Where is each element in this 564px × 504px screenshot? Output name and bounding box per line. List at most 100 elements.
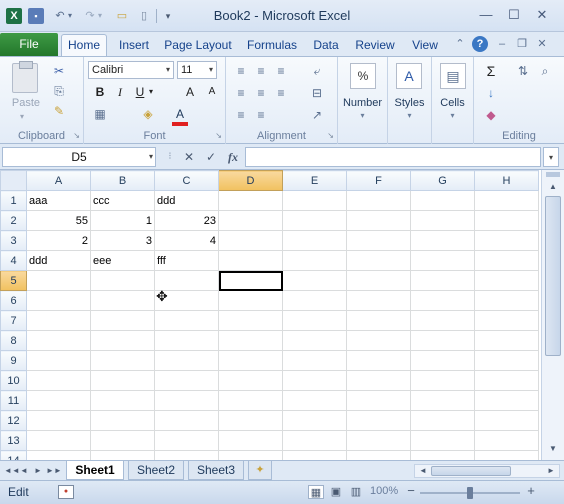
cell-B2[interactable]: 1 (90, 210, 155, 231)
insert-sheet-icon[interactable]: ✦ (248, 461, 272, 480)
tab-view[interactable]: View (405, 35, 445, 56)
paste-icon[interactable] (12, 61, 38, 93)
next-sheet-icon[interactable]: ► (32, 464, 44, 478)
cell-C11[interactable] (154, 390, 219, 411)
cell-D4[interactable] (218, 250, 283, 271)
copy-icon[interactable]: ⎘ (50, 83, 68, 99)
cell-G13[interactable] (410, 430, 475, 451)
cell-H10[interactable] (474, 370, 539, 391)
cell-G1[interactable] (410, 190, 475, 211)
cell-F13[interactable] (346, 430, 411, 451)
cell-C9[interactable] (154, 350, 219, 371)
cell-A9[interactable] (26, 350, 91, 371)
name-box[interactable]: D5 (2, 147, 156, 167)
font-launcher-icon[interactable]: ↘ (215, 131, 222, 140)
cell-H9[interactable] (474, 350, 539, 371)
horizontal-scroll-thumb[interactable] (431, 466, 511, 476)
cell-H1[interactable] (474, 190, 539, 211)
cell-G3[interactable] (410, 230, 475, 251)
cell-E6[interactable] (282, 290, 347, 311)
scroll-right-icon[interactable]: ► (545, 465, 557, 477)
cell-G5[interactable] (410, 270, 475, 291)
page-break-view-icon[interactable]: ▥ (348, 485, 364, 499)
cell-C3[interactable]: 4 (154, 230, 219, 251)
minimize-button[interactable]: — (474, 4, 498, 26)
cell-D12[interactable] (218, 410, 283, 431)
cell-E5[interactable] (282, 270, 347, 291)
cell-E9[interactable] (282, 350, 347, 371)
column-header[interactable]: H (474, 170, 539, 191)
column-header[interactable]: F (346, 170, 411, 191)
scroll-left-icon[interactable]: ◄ (417, 465, 429, 477)
font-color-icon[interactable]: A (170, 105, 190, 123)
workbook-restore-icon[interactable]: ❐ (514, 36, 530, 52)
decrease-indent-icon[interactable]: ≡ (232, 107, 250, 123)
cell-C8[interactable] (154, 330, 219, 351)
insert-function-icon[interactable]: fx (224, 147, 242, 167)
sheet-tab-sheet3[interactable]: Sheet3 (188, 461, 244, 480)
sheet-tab-sheet1[interactable]: Sheet1 (66, 461, 124, 480)
undo-dropdown-icon[interactable]: ▾ (66, 8, 74, 24)
cell-B11[interactable] (90, 390, 155, 411)
cell-A5[interactable] (26, 270, 91, 291)
cell-G9[interactable] (410, 350, 475, 371)
cell-F3[interactable] (346, 230, 411, 251)
cell-G4[interactable] (410, 250, 475, 271)
align-bottom-icon[interactable]: ≡ (272, 63, 290, 79)
cell-A11[interactable] (26, 390, 91, 411)
cell-B6[interactable] (90, 290, 155, 311)
align-center-icon[interactable]: ≡ (252, 85, 270, 101)
horizontal-scrollbar[interactable]: ◄ ► (414, 464, 560, 478)
cell-D13[interactable] (218, 430, 283, 451)
cell-H6[interactable] (474, 290, 539, 311)
cell-A2[interactable]: 55 (26, 210, 91, 231)
column-header[interactable]: B (90, 170, 155, 191)
cell-D10[interactable] (218, 370, 283, 391)
redo-dropdown-icon[interactable]: ▾ (96, 8, 104, 24)
align-middle-icon[interactable]: ≡ (252, 63, 270, 79)
cell-D11[interactable] (218, 390, 283, 411)
cell-D3[interactable] (218, 230, 283, 251)
wrap-text-icon[interactable]: ⤶ (308, 63, 326, 79)
open-folder-icon[interactable]: ▭ (114, 8, 130, 24)
cell-H11[interactable] (474, 390, 539, 411)
paste-dropdown-icon[interactable]: ▾ (20, 112, 24, 121)
worksheet-grid[interactable]: ABCDEFGH 1 aaa ccc ddd 2 55 1 23 3 2 3 4 4 ddd eee fff 5… (0, 170, 541, 460)
cell-G8[interactable] (410, 330, 475, 351)
cell-E2[interactable] (282, 210, 347, 231)
fill-color-icon[interactable]: ◈ (138, 105, 158, 123)
number-button-label[interactable]: Number (338, 97, 387, 109)
cell-E13[interactable] (282, 430, 347, 451)
cell-E7[interactable] (282, 310, 347, 331)
cell-F8[interactable] (346, 330, 411, 351)
workbook-close-icon[interactable]: ✕ (534, 36, 550, 52)
cell-F5[interactable] (346, 270, 411, 291)
scroll-up-icon[interactable]: ▲ (545, 180, 561, 194)
cell-A4[interactable]: ddd (26, 250, 91, 271)
cell-D14[interactable] (218, 450, 283, 460)
cell-F12[interactable] (346, 410, 411, 431)
cell-A6[interactable] (26, 290, 91, 311)
cell-F11[interactable] (346, 390, 411, 411)
grow-font-button[interactable]: A (180, 83, 200, 101)
row-header[interactable]: 14 (0, 450, 27, 460)
cell-B1[interactable]: ccc (90, 190, 155, 211)
cell-C14[interactable] (154, 450, 219, 460)
cell-E8[interactable] (282, 330, 347, 351)
row-header[interactable]: 8 (0, 330, 27, 351)
tab-file[interactable]: File (0, 33, 58, 56)
cell-B3[interactable]: 3 (90, 230, 155, 251)
align-left-icon[interactable]: ≡ (232, 85, 250, 101)
find-select-icon[interactable]: ⌕ (536, 63, 554, 79)
cell-C12[interactable] (154, 410, 219, 431)
row-header[interactable]: 13 (0, 430, 27, 451)
cell-G7[interactable] (410, 310, 475, 331)
cell-F1[interactable] (346, 190, 411, 211)
zoom-out-icon[interactable]: − (404, 484, 418, 499)
cell-H8[interactable] (474, 330, 539, 351)
tab-data[interactable]: Data (309, 35, 343, 56)
cancel-entry-icon[interactable]: ✕ (180, 147, 198, 167)
clipboard-launcher-icon[interactable]: ↘ (73, 131, 80, 140)
column-header[interactable]: G (410, 170, 475, 191)
cell-F2[interactable] (346, 210, 411, 231)
